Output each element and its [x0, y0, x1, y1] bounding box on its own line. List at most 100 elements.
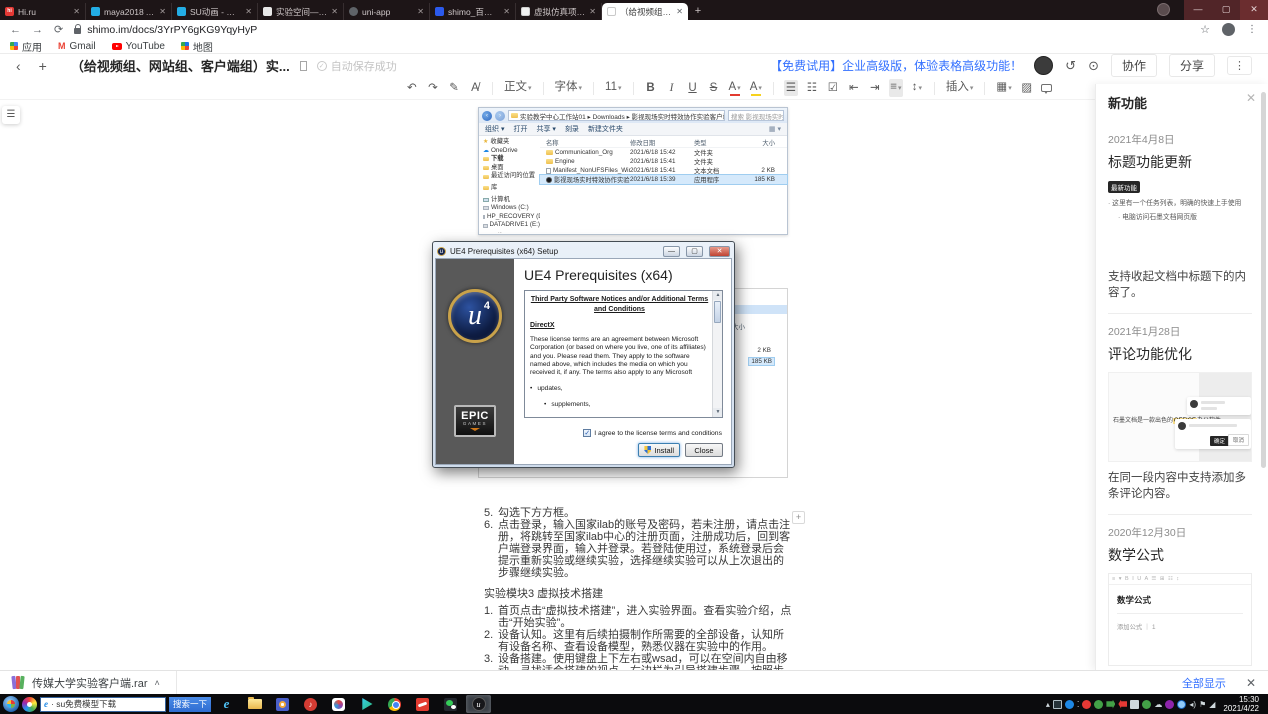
minimize-button[interactable]: — [1184, 0, 1212, 20]
presentation-icon[interactable]: ⊙ [1088, 58, 1099, 74]
tray-blue-app-icon[interactable] [1065, 700, 1074, 709]
tab-hi-ru[interactable]: Hi.ru✕ [0, 3, 86, 20]
tray-green-app-icon[interactable] [1094, 700, 1103, 709]
table-icon[interactable]: ▾ [995, 79, 1012, 97]
share-button[interactable]: 分享 [1169, 54, 1215, 77]
format-painter-icon[interactable] [447, 80, 461, 96]
bookmark-gmail[interactable]: MGmail [58, 41, 96, 52]
user-avatar[interactable] [1034, 56, 1053, 75]
taskbar-search-box[interactable]: e · su免费模型下载 [40, 697, 166, 712]
tab-close-icon[interactable]: ✕ [73, 7, 80, 16]
panel-scrollbar[interactable] [1261, 92, 1266, 662]
url-box[interactable]: shimo.im/docs/3YrPY6gKG9YqyHyP [74, 24, 257, 36]
tray-cloud-icon[interactable]: ☁ [1154, 700, 1162, 709]
tray-signal-icon[interactable]: ◢ [1209, 700, 1215, 709]
tray-monitor-icon[interactable] [1053, 700, 1062, 709]
tab-close-icon[interactable]: ✕ [417, 7, 424, 16]
tab-close-icon[interactable]: ✕ [159, 7, 166, 16]
taskbar-video-player-icon[interactable] [354, 695, 379, 713]
tray-gray-app-icon[interactable] [1130, 700, 1139, 709]
line-spacing-icon[interactable]: ▾ [910, 79, 924, 97]
taskbar-red-media-app-icon[interactable] [410, 695, 435, 713]
premium-promo-link[interactable]: 【免费试用】企业高级版，体验表格高级功能！ [770, 57, 1022, 74]
new-tab-button[interactable]: + [688, 3, 708, 20]
doc-title[interactable]: （给视频组、网站组、客户端组）实... [71, 56, 290, 75]
sidebar-toggle-icon[interactable]: ☰ [2, 106, 20, 124]
tray-volume-icon[interactable]: ◂) [1189, 700, 1196, 709]
tab-active-doc[interactable]: （给视频组、网站组、客户端组…✕ [602, 3, 688, 20]
tab-close-icon[interactable]: ✕ [331, 7, 338, 16]
font-color-icon[interactable]: ▾ [728, 79, 742, 97]
add-comment-icon[interactable]: + [792, 511, 805, 524]
scroll-up-arrow[interactable]: ▲ [713, 291, 723, 300]
download-filename[interactable]: 传媒大学实验客户端.rar [32, 675, 148, 691]
underline-icon[interactable] [686, 80, 700, 96]
indent-icon[interactable] [868, 80, 882, 96]
outdent-icon[interactable] [847, 80, 861, 96]
url-text[interactable]: shimo.im/docs/3YrPY6gKG9YqyHyP [87, 24, 257, 36]
reload-icon[interactable]: ⟳ [54, 23, 63, 36]
bookmark-star-icon[interactable]: ☆ [1200, 23, 1210, 36]
close-button-dialog[interactable]: Close [685, 443, 723, 457]
history-icon[interactable]: ↺ [1065, 58, 1076, 74]
license-agree-row[interactable]: ✓ I agree to the license terms and condi… [583, 429, 722, 437]
panel-scroll-thumb[interactable] [1261, 92, 1266, 468]
tray-purple-app-icon[interactable] [1165, 700, 1174, 709]
task-list-icon[interactable] [826, 80, 840, 96]
tab-close-icon[interactable]: ✕ [245, 7, 252, 16]
tray-chat-icon[interactable] [1142, 700, 1151, 709]
tray-dots-icon[interactable]: ⁚ [1077, 700, 1080, 709]
taskbar-chrome-icon[interactable] [382, 695, 407, 713]
image-icon[interactable] [1020, 80, 1034, 96]
bookmark-youtube[interactable]: YouTube [112, 41, 165, 52]
taskbar-color-ball-app-icon[interactable] [326, 695, 351, 713]
taskbar-explorer-icon[interactable] [242, 695, 267, 713]
comment-icon[interactable] [1041, 84, 1052, 92]
tray-expand-icon[interactable]: ▴ [1046, 700, 1050, 709]
back-icon[interactable]: ← [10, 24, 21, 36]
collaborate-button[interactable]: 协作 [1111, 54, 1157, 77]
taskbar-unreal-engine-icon[interactable]: u [466, 695, 491, 713]
tab-su-anim[interactable]: SU动画 - 搜索结果 - 哔哩哔哩…✕ [172, 3, 258, 20]
dialog-maximize-button[interactable]: ▢ [686, 246, 703, 257]
highlight-color-icon[interactable]: ▾ [749, 79, 763, 97]
start-button[interactable] [3, 696, 19, 712]
scroll-down-arrow[interactable]: ▼ [713, 408, 723, 417]
close-button[interactable]: ✕ [1240, 0, 1268, 20]
taskbar-wechat-icon[interactable] [438, 695, 463, 713]
browser-menu-icon[interactable]: ⋮ [1247, 24, 1258, 35]
tab-uniapp[interactable]: uni-app✕ [344, 3, 430, 20]
doc-more-icon[interactable]: ⋮ [1227, 56, 1252, 75]
redo-icon[interactable] [426, 80, 440, 96]
tray-download-icon[interactable] [1118, 700, 1127, 709]
pinwheel-app-icon[interactable] [22, 697, 37, 712]
tab-maya[interactable]: maya2018 Arnold场景渲染黑屏…✕ [86, 3, 172, 20]
align-icon[interactable]: ▾ [889, 79, 903, 97]
paragraph-style-select[interactable]: 正文▾ [503, 79, 533, 97]
search-go-button[interactable]: 搜索一下 [169, 697, 211, 712]
bullet-list-icon[interactable] [805, 80, 819, 96]
bookmark-apps[interactable]: 应用 [10, 39, 42, 54]
back-to-desktop-icon[interactable]: ‹ [16, 58, 21, 74]
insert-menu[interactable]: 插入▾ [945, 79, 975, 97]
taskbar-clock[interactable]: 15:30 2021/4/22 [1218, 695, 1265, 713]
italic-icon[interactable] [665, 80, 679, 96]
browser-profile-badge[interactable] [1157, 3, 1170, 16]
tab-ilab[interactable]: 实验空间—国家虚拟仿真实验教…✕ [258, 3, 344, 20]
dialog-title-bar[interactable]: u UE4 Prerequisites (x64) Setup — ▢ ✕ [435, 244, 732, 258]
download-item[interactable]: 传媒大学实验客户端.rar ˄ [12, 671, 177, 694]
profile-avatar[interactable] [1222, 23, 1235, 36]
tray-sync-icon[interactable] [1106, 700, 1115, 709]
license-scrollbar[interactable]: ▲ ▼ [712, 291, 722, 417]
search-text[interactable]: · su免费模型下载 [51, 698, 116, 710]
maximize-button[interactable]: ▢ [1212, 0, 1240, 20]
favorite-bookmark-icon[interactable] [300, 61, 307, 71]
taskbar-ie-icon[interactable]: e [214, 695, 239, 713]
bookmark-maps[interactable]: 地图 [181, 39, 213, 54]
create-doc-button[interactable]: + [39, 58, 47, 74]
taskbar-netease-music-icon[interactable]: ♪ [298, 695, 323, 713]
shelf-close-icon[interactable]: ✕ [1246, 676, 1256, 690]
tab-shimo-search[interactable]: shimo_百度搜索✕ [430, 3, 516, 20]
dialog-minimize-button[interactable]: — [663, 246, 680, 257]
tray-red-app-icon[interactable] [1082, 700, 1091, 709]
